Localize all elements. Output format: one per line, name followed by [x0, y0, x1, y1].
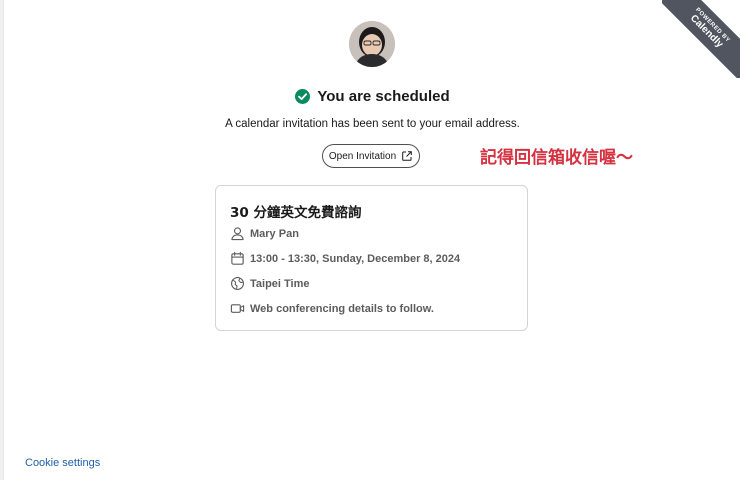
- confirmation-message: A calendar invitation has been sent to y…: [225, 118, 520, 130]
- event-details-card: 30 分鐘英文免費諮詢 Mary Pan 13:00 - 13:30, Sund…: [215, 185, 528, 331]
- host-row: Mary Pan: [230, 226, 299, 241]
- confirmation-page: POWERED BY Calendly You are scheduled A …: [3, 0, 740, 480]
- event-timezone: Taipei Time: [250, 277, 310, 290]
- powered-by-ribbon[interactable]: POWERED BY Calendly: [662, 0, 740, 78]
- open-invitation-button[interactable]: Open Invitation: [322, 144, 420, 168]
- host-avatar: [349, 21, 395, 67]
- ribbon-band[interactable]: POWERED BY Calendly: [662, 0, 740, 78]
- reminder-annotation: 記得回信箱收信喔～: [480, 148, 633, 168]
- location-row: Web conferencing details to follow.: [230, 301, 434, 316]
- video-camera-icon: [230, 304, 245, 313]
- event-title: 30 分鐘英文免費諮詢: [230, 205, 362, 221]
- globe-icon: [231, 277, 244, 290]
- event-datetime: 13:00 - 13:30, Sunday, December 8, 2024: [250, 252, 461, 265]
- event-location: Web conferencing details to follow.: [250, 302, 434, 315]
- open-invitation-label: Open Invitation: [328, 150, 397, 162]
- calendar-icon: [231, 251, 244, 265]
- person-icon: [231, 227, 244, 241]
- external-link-icon: [402, 151, 412, 161]
- page-title: You are scheduled: [317, 88, 450, 105]
- title-row: You are scheduled: [4, 88, 740, 105]
- avatar-photo: [349, 21, 395, 67]
- check-circle-icon: [295, 89, 311, 104]
- cookie-settings-link[interactable]: Cookie settings: [25, 457, 100, 469]
- timezone-row: Taipei Time: [230, 276, 310, 291]
- datetime-row: 13:00 - 13:30, Sunday, December 8, 2024: [230, 251, 460, 266]
- host-name: Mary Pan: [250, 227, 299, 240]
